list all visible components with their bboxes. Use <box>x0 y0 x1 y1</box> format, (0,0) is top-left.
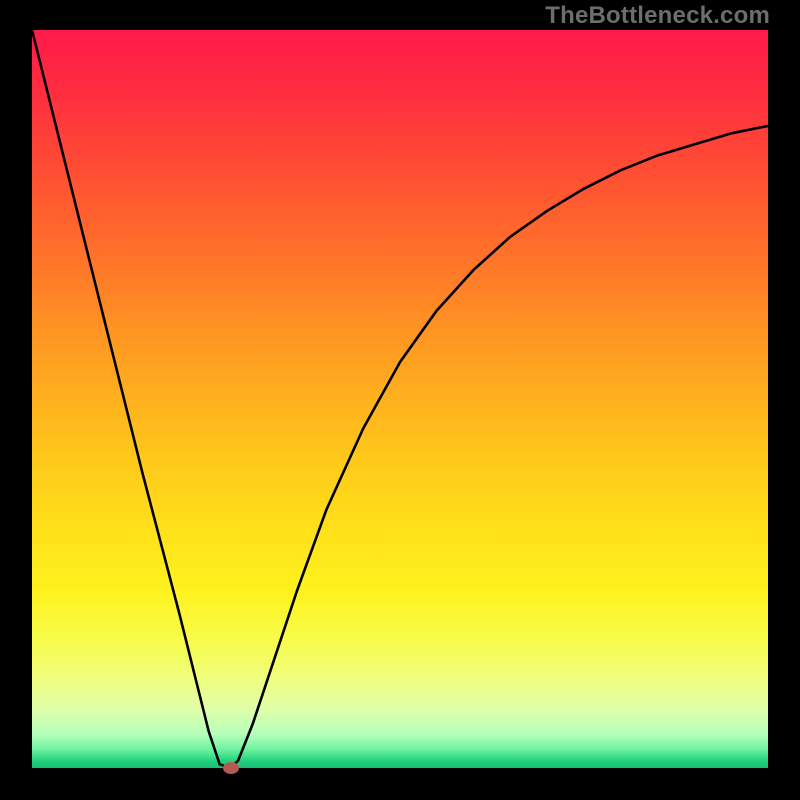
plot-area <box>32 30 768 768</box>
chart-frame: TheBottleneck.com <box>0 0 800 800</box>
curve-svg <box>32 30 768 768</box>
minimum-marker <box>223 762 239 774</box>
bottleneck-curve <box>32 30 768 768</box>
watermark-text: TheBottleneck.com <box>545 2 770 30</box>
